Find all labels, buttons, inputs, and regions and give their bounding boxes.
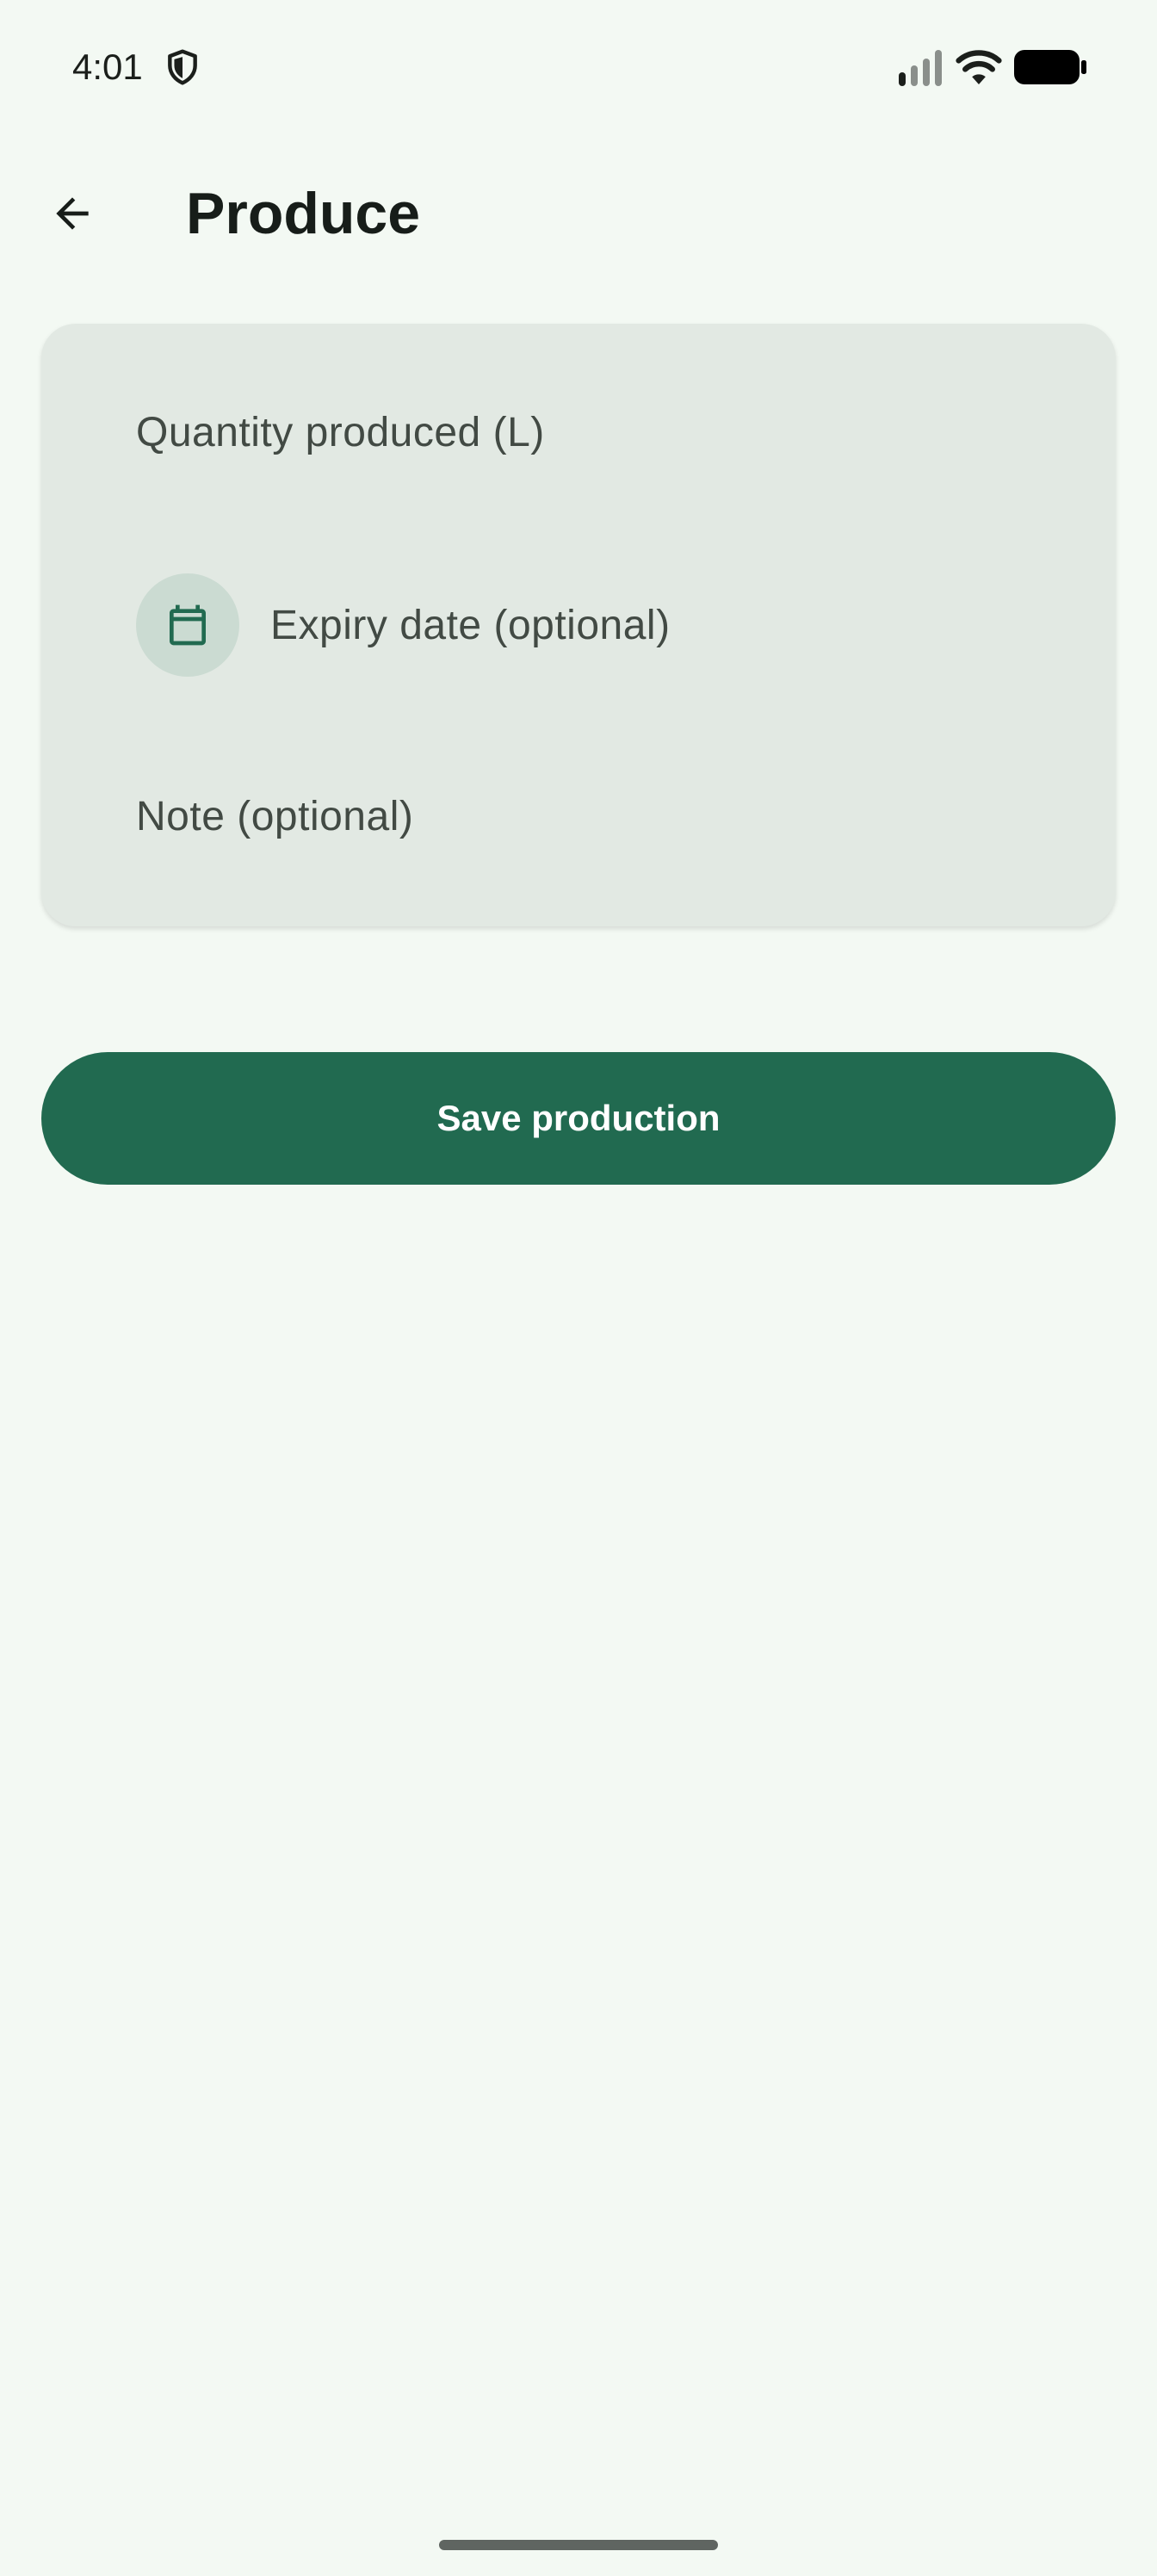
calendar-icon xyxy=(170,604,206,646)
produce-screen: 4:01 Produce Quantity produced (L) Expir… xyxy=(0,0,1157,2576)
app-bar: Produce xyxy=(0,138,1157,289)
shield-icon xyxy=(168,49,197,85)
quantity-field-label: Quantity produced (L) xyxy=(136,409,545,455)
status-bar: 4:01 xyxy=(0,0,1157,138)
expiry-date-field-label: Expiry date (optional) xyxy=(270,602,671,648)
back-button[interactable] xyxy=(31,172,114,255)
note-field[interactable]: Note (optional) xyxy=(136,765,1064,868)
quantity-field[interactable]: Quantity produced (L) xyxy=(136,381,1064,484)
status-time: 4:01 xyxy=(72,46,143,87)
calendar-button[interactable] xyxy=(136,573,239,677)
wifi-icon xyxy=(956,50,1002,84)
note-field-label: Note (optional) xyxy=(136,793,414,839)
expiry-date-field[interactable]: Expiry date (optional) xyxy=(136,573,1064,677)
arrow-back-icon xyxy=(56,197,89,230)
home-indicator[interactable] xyxy=(439,2540,718,2550)
signal-icon xyxy=(899,50,942,86)
battery-icon xyxy=(1014,50,1086,84)
page-title: Produce xyxy=(186,181,421,246)
save-production-button[interactable]: Save production xyxy=(41,1052,1116,1185)
production-form-card: Quantity produced (L) Expiry date (optio… xyxy=(41,324,1116,926)
